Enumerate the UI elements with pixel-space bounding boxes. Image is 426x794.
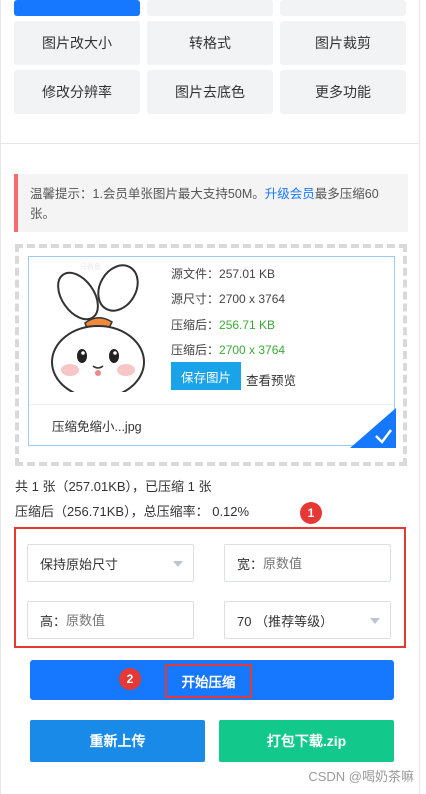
height-field[interactable]: 高： <box>27 601 194 639</box>
start-compress-label[interactable]: 开始压缩 <box>165 664 252 698</box>
quality-value: 70 （推荐等级） <box>237 613 334 629</box>
source-size-label: 源文件： <box>171 267 220 281</box>
tool-resolution-label: 修改分辨率 <box>42 84 112 100</box>
summary-count: 共 1 张（257.01KB），已压缩 1 张 <box>15 479 212 494</box>
annotation-badge-2: 2 <box>119 668 141 690</box>
tool-remove-bg-label: 图片去底色 <box>175 84 245 100</box>
download-zip-button[interactable]: 打包下载.zip <box>219 720 394 762</box>
selected-check-icon <box>350 408 396 448</box>
card-divider <box>29 404 394 405</box>
size-mode-value: 保持原始尺寸 <box>40 556 119 572</box>
view-preview-link[interactable]: 查看预览 <box>246 370 296 389</box>
thumb-watermark: 马赛鱼 <box>80 262 101 271</box>
save-image-button[interactable]: 保存图片 <box>171 362 241 390</box>
tool-crop-button[interactable]: 图片裁剪 <box>280 21 406 65</box>
compressed-dim-row: 压缩后：2700 x 3764 <box>171 341 285 358</box>
file-name: 压缩免缩小...jpg <box>52 420 142 434</box>
tool-button-top-3[interactable] <box>280 0 406 16</box>
source-dim-label: 源尺寸： <box>171 292 220 306</box>
source-size-row: 源文件：257.01 KB <box>171 265 275 282</box>
chevron-down-icon <box>370 618 380 624</box>
tool-more-label: 更多功能 <box>315 84 371 100</box>
size-mode-select[interactable]: 保持原始尺寸 <box>27 544 194 582</box>
compressed-dim-label: 压缩后： <box>171 343 220 357</box>
tool-resolution-button[interactable]: 修改分辨率 <box>14 70 140 114</box>
source-size-value: 257.01 KB <box>219 267 276 281</box>
compressed-size-row: 压缩后：256.71 KB <box>171 316 275 333</box>
tool-resize-button[interactable]: 图片改大小 <box>14 21 140 65</box>
summary-ratio: 压缩后（256.71KB），总压缩率： 0.12% <box>15 504 250 519</box>
height-input[interactable] <box>66 612 193 628</box>
annotation-badge-1: 1 <box>300 502 322 524</box>
active-tool-button[interactable] <box>14 0 140 16</box>
tool-more-button[interactable]: 更多功能 <box>280 70 406 114</box>
tool-remove-bg-button[interactable]: 图片去底色 <box>147 70 273 114</box>
tool-resize-label: 图片改大小 <box>42 35 112 51</box>
image-thumbnail: 马赛鱼 <box>30 258 162 399</box>
upgrade-member-link[interactable]: 升级会员 <box>265 187 315 201</box>
tool-button-top-2[interactable] <box>147 0 273 16</box>
compressed-size-value: 256.71 KB <box>219 318 276 332</box>
tool-convert-button[interactable]: 转格式 <box>147 21 273 65</box>
width-field[interactable]: 宽： <box>224 544 391 582</box>
compressed-size-label: 压缩后： <box>171 318 220 332</box>
reupload-button[interactable]: 重新上传 <box>30 720 205 762</box>
source-dim-row: 源尺寸：2700 x 3764 <box>171 290 285 307</box>
compressed-dim-value: 2700 x 3764 <box>219 343 286 357</box>
tip-text: 温馨提示：1.会员单张图片最大支持50M。 <box>30 187 265 201</box>
tool-convert-label: 转格式 <box>189 35 231 51</box>
width-label: 宽： <box>237 556 264 572</box>
rabbit-illustration: 马赛鱼 <box>51 262 145 399</box>
member-tip: 温馨提示：1.会员单张图片最大支持50M。升级会员最多压缩60张。 <box>14 174 408 232</box>
section-divider <box>0 143 420 144</box>
source-dim-value: 2700 x 3764 <box>219 292 286 306</box>
quality-select[interactable]: 70 （推荐等级） <box>224 601 391 639</box>
chevron-down-icon <box>173 561 183 567</box>
width-input[interactable] <box>263 555 390 571</box>
height-label: 高： <box>40 613 67 629</box>
tool-crop-label: 图片裁剪 <box>315 35 371 51</box>
csdn-watermark: CSDN @喝奶茶嘛 <box>308 769 414 784</box>
